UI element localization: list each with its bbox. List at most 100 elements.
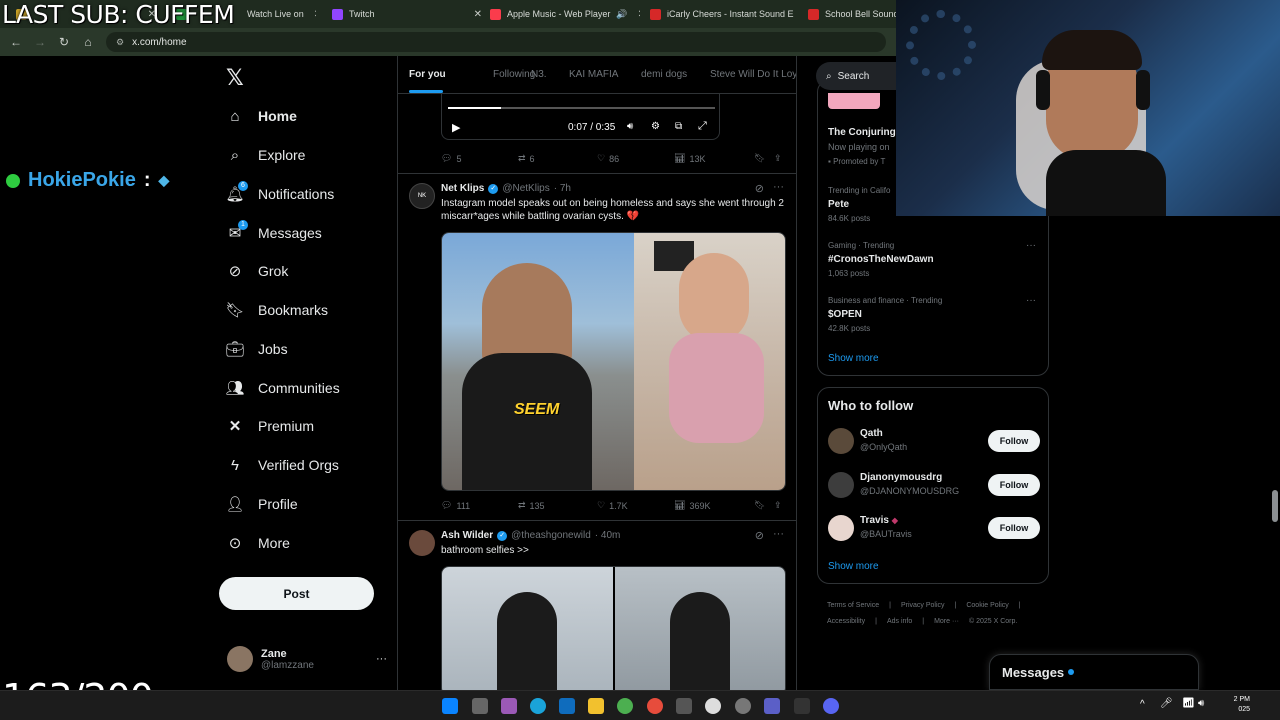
repost-button[interactable]: ⇄ 6 <box>518 153 535 164</box>
account-switcher[interactable]: Zane @lamzzane ··· <box>227 644 387 674</box>
nav-profile[interactable]: 👤︎ Profile <box>225 487 297 521</box>
tray-chevron-icon[interactable]: ^ <box>1140 699 1145 710</box>
ads-info-link[interactable]: Ads info <box>887 618 912 625</box>
nav-bookmarks[interactable]: 🔖︎ Bookmarks <box>225 293 328 327</box>
follow-button[interactable]: Follow <box>988 430 1040 452</box>
file-explorer-icon[interactable] <box>588 698 604 714</box>
user-name[interactable]: Djanonymousdrg <box>860 472 942 483</box>
nav-messages[interactable]: ✉ 1 Messages <box>226 216 322 250</box>
trend-name[interactable]: $OPEN <box>828 309 862 320</box>
reload-icon[interactable]: ↻ <box>52 35 76 49</box>
tweet-time[interactable]: · 40m <box>595 530 621 541</box>
tweet-time[interactable]: · 7h <box>554 183 571 194</box>
tweet-image[interactable] <box>441 566 786 690</box>
nav-premium[interactable]: ✕ Premium <box>226 409 314 443</box>
reply-button[interactable]: 💬︎ 111 <box>441 500 470 511</box>
like-button[interactable]: ♡ 86 <box>597 153 619 164</box>
page-scrollbar[interactable] <box>1272 490 1278 522</box>
browser-tab[interactable]: iCarly Cheers - Instant Sound E ✕ <box>650 4 794 24</box>
privacy-link[interactable]: Privacy Policy <box>901 602 945 609</box>
browser-tab[interactable]: School Bell Soundbo <box>808 4 896 24</box>
volume-icon[interactable]: 🔊︎ <box>627 121 633 132</box>
author-name[interactable]: Net Klips <box>441 183 484 194</box>
more-dots-icon[interactable]: ··· <box>773 528 784 540</box>
nav-explore[interactable]: ⌕ Explore <box>226 138 306 172</box>
promo-image[interactable] <box>828 93 880 109</box>
settings-gear-icon[interactable]: ⚙ <box>651 121 660 132</box>
microphone-icon[interactable]: 🎤︎ <box>1160 698 1173 709</box>
store-icon[interactable] <box>676 698 692 714</box>
follow-suggestion[interactable]: Qath @OnlyQath Follow <box>828 426 1040 456</box>
app-icon[interactable] <box>794 698 810 714</box>
share-icon[interactable]: ⇪ <box>774 500 782 511</box>
more-dots-icon[interactable]: ··· <box>773 181 784 193</box>
views-button[interactable]: 📊︎ 13K <box>674 153 705 164</box>
more-link[interactable]: More ··· <box>934 618 959 625</box>
avatar[interactable]: NK <box>409 183 435 209</box>
nav-more[interactable]: ⊙ More <box>226 526 290 560</box>
reply-button[interactable]: 💬︎ 5 <box>441 153 461 164</box>
promo-title[interactable]: The Conjuring <box>828 127 896 138</box>
system-clock[interactable]: 2 PM 025 <box>1234 695 1250 715</box>
bookmark-icon[interactable]: 🔖︎ <box>754 500 765 511</box>
post-button[interactable]: Post <box>219 577 374 610</box>
more-dots-icon[interactable]: ··· <box>1026 240 1036 251</box>
follow-button[interactable]: Follow <box>988 517 1040 539</box>
tab-following[interactable]: Following <box>493 69 535 80</box>
accessibility-link[interactable]: Accessibility <box>827 618 865 625</box>
user-name[interactable]: Travis ◆ <box>860 515 898 526</box>
show-more-link[interactable]: Show more <box>828 561 879 572</box>
author-handle[interactable]: @NetKlips <box>502 183 549 194</box>
share-icon[interactable]: ⇪ <box>774 153 782 164</box>
like-button[interactable]: ♡ 1.7K <box>597 500 628 511</box>
picture-in-picture-icon[interactable]: ⧉ <box>675 121 682 132</box>
x-logo-icon[interactable]: 𝕏 <box>226 66 244 91</box>
browser-tab[interactable]: Apple Music - Web Player 🔊 ✕ <box>490 4 640 24</box>
author-name[interactable]: Ash Wilder <box>441 530 493 541</box>
discord-icon[interactable] <box>823 698 839 714</box>
grok-analyze-icon[interactable]: ⊘ <box>755 529 764 542</box>
task-view-icon[interactable] <box>472 698 488 714</box>
avatar[interactable] <box>828 428 854 454</box>
address-bar[interactable]: ⚙ x.com/home <box>106 32 886 52</box>
app-icon[interactable] <box>617 698 633 714</box>
browser-tab[interactable]: Twitch ✕ <box>332 4 482 24</box>
tweet-image[interactable]: SEEM <box>441 232 786 491</box>
trend-name[interactable]: Pete <box>828 199 849 210</box>
speaker-icon[interactable]: 🔊 <box>616 9 627 20</box>
tab-list[interactable]: N3. <box>531 69 547 80</box>
edge-icon[interactable] <box>530 698 546 714</box>
follow-button[interactable]: Follow <box>988 474 1040 496</box>
outlook-icon[interactable] <box>559 698 575 714</box>
nav-jobs[interactable]: 💼︎ Jobs <box>225 332 287 366</box>
nav-home[interactable]: ⌂ Home <box>226 99 296 133</box>
forward-arrow-icon[interactable]: → <box>28 35 52 49</box>
user-name[interactable]: Qath <box>860 428 883 439</box>
tab-list[interactable]: demi dogs <box>641 69 687 80</box>
terms-link[interactable]: Terms of Service <box>827 602 879 609</box>
avatar[interactable] <box>828 515 854 541</box>
teams-icon[interactable] <box>764 698 780 714</box>
messages-drawer[interactable]: Messages <box>989 654 1199 690</box>
close-tab-icon[interactable]: ✕ <box>474 9 482 20</box>
video-player[interactable]: ▶ 0:07 / 0:35 🔊︎ ⚙ ⧉ ⤢ <box>441 94 720 140</box>
close-tab-icon[interactable]: ✕ <box>638 9 640 20</box>
tab-list[interactable]: Steve Will Do It Loy <box>710 69 796 80</box>
follow-suggestion[interactable]: Djanonymousdrg @DJANONYMOUSDRG Follow <box>828 470 1040 500</box>
site-info-icon[interactable]: ⚙ <box>116 37 124 48</box>
follow-suggestion[interactable]: Travis ◆ @BAUTravis Follow <box>828 513 1040 543</box>
avatar[interactable] <box>828 472 854 498</box>
video-progress-track[interactable] <box>448 107 715 109</box>
show-more-link[interactable]: Show more <box>828 353 879 364</box>
tab-list[interactable]: KAI MAFIA <box>569 69 618 80</box>
app-icon[interactable] <box>705 698 721 714</box>
back-arrow-icon[interactable]: ← <box>4 35 28 49</box>
chrome-icon[interactable] <box>647 698 663 714</box>
nav-verified-orgs[interactable]: ϟ Verified Orgs <box>226 448 339 482</box>
play-icon[interactable]: ▶ <box>452 121 460 134</box>
start-menu-icon[interactable] <box>442 698 458 714</box>
bookmark-icon[interactable]: 🔖︎ <box>754 153 765 164</box>
cookie-link[interactable]: Cookie Policy <box>966 602 1008 609</box>
author-handle[interactable]: @theashgonewild <box>511 530 591 541</box>
more-dots-icon[interactable]: ··· <box>376 653 387 665</box>
